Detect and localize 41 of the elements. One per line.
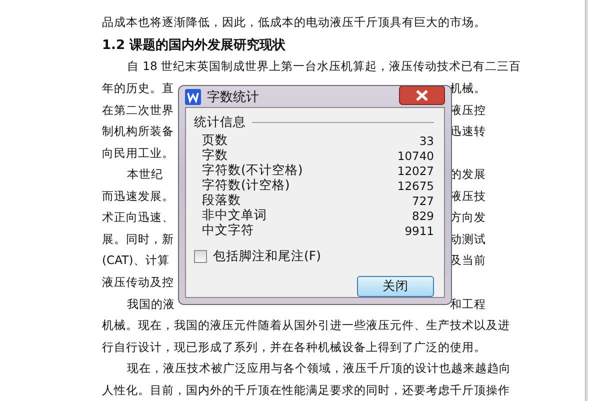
stat-value: 829	[412, 208, 434, 222]
body-text: 制机构所装备	[102, 124, 174, 140]
section-label: 统计信息	[194, 114, 246, 131]
stat-label: 字符数(计空格)	[202, 177, 290, 194]
body-text: 我国的液	[127, 296, 175, 312]
body-text: 机械。	[450, 80, 486, 96]
body-text: 本世纪	[127, 167, 163, 182]
stat-value: 9911	[404, 224, 434, 238]
body-text: (CAT)、计算	[102, 253, 170, 268]
body-text: 年的历史。直	[102, 80, 174, 96]
body-text: 自 18 世纪末英国制成世界上第一台水压机算起，液压传动技术已有二三百	[127, 59, 522, 74]
dialog-title: 字数统计	[207, 88, 260, 106]
checkbox-label: 包括脚注和尾注(F)	[213, 248, 321, 265]
checkbox[interactable]	[194, 250, 207, 263]
body-text: 和工程	[450, 296, 486, 312]
section-heading: 1.2 课题的国内外发展研究现状	[102, 36, 286, 54]
close-icon[interactable]	[399, 86, 445, 105]
body-text: 液压传动及控	[102, 275, 174, 290]
body-text: 行自行设计，现已形成了系列，并在各种机械设备上得到了广泛的使用。	[102, 340, 486, 355]
stat-value: 10740	[397, 148, 434, 162]
body-text: 现在，液压技术被广泛应用与各个领域，液压千斤顶的设计也越来越趋向	[127, 361, 511, 376]
body-text: 人性化。目前，国内外的千斤顶在性能满足要求的同时，还要考虑千斤顶操作	[102, 382, 510, 398]
stat-label: 中文字符	[202, 222, 254, 239]
body-text: 术正向迅速、	[102, 210, 174, 226]
close-button[interactable]: 关闭	[357, 276, 434, 297]
body-text: 向民用工业。	[102, 146, 174, 161]
stat-label: 页数	[202, 132, 228, 148]
stat-value: 727	[412, 194, 434, 208]
body-text: 而迅速发展。	[102, 188, 174, 204]
stat-label: 字符数(不计空格)	[202, 162, 303, 178]
app-logo-icon	[185, 88, 201, 104]
stat-label: 字数	[202, 147, 228, 164]
stat-label: 非中文单词	[202, 207, 267, 224]
body-text: 在第二次世界	[102, 102, 174, 118]
stat-value: 12675	[397, 178, 434, 192]
body-text: 机械。现在，我国的液压元件随着从国外引进一些液压元件、生产技术以及进	[102, 318, 510, 334]
body-text: 品成本也将逐渐降低，因此，低成本的电动液压千斤顶具有巨大的市场。	[102, 15, 486, 30]
body-text: 展。同时，新	[102, 232, 174, 247]
stat-value: 33	[419, 134, 434, 148]
stat-value: 12027	[397, 164, 434, 178]
stat-label: 段落数	[202, 192, 241, 208]
